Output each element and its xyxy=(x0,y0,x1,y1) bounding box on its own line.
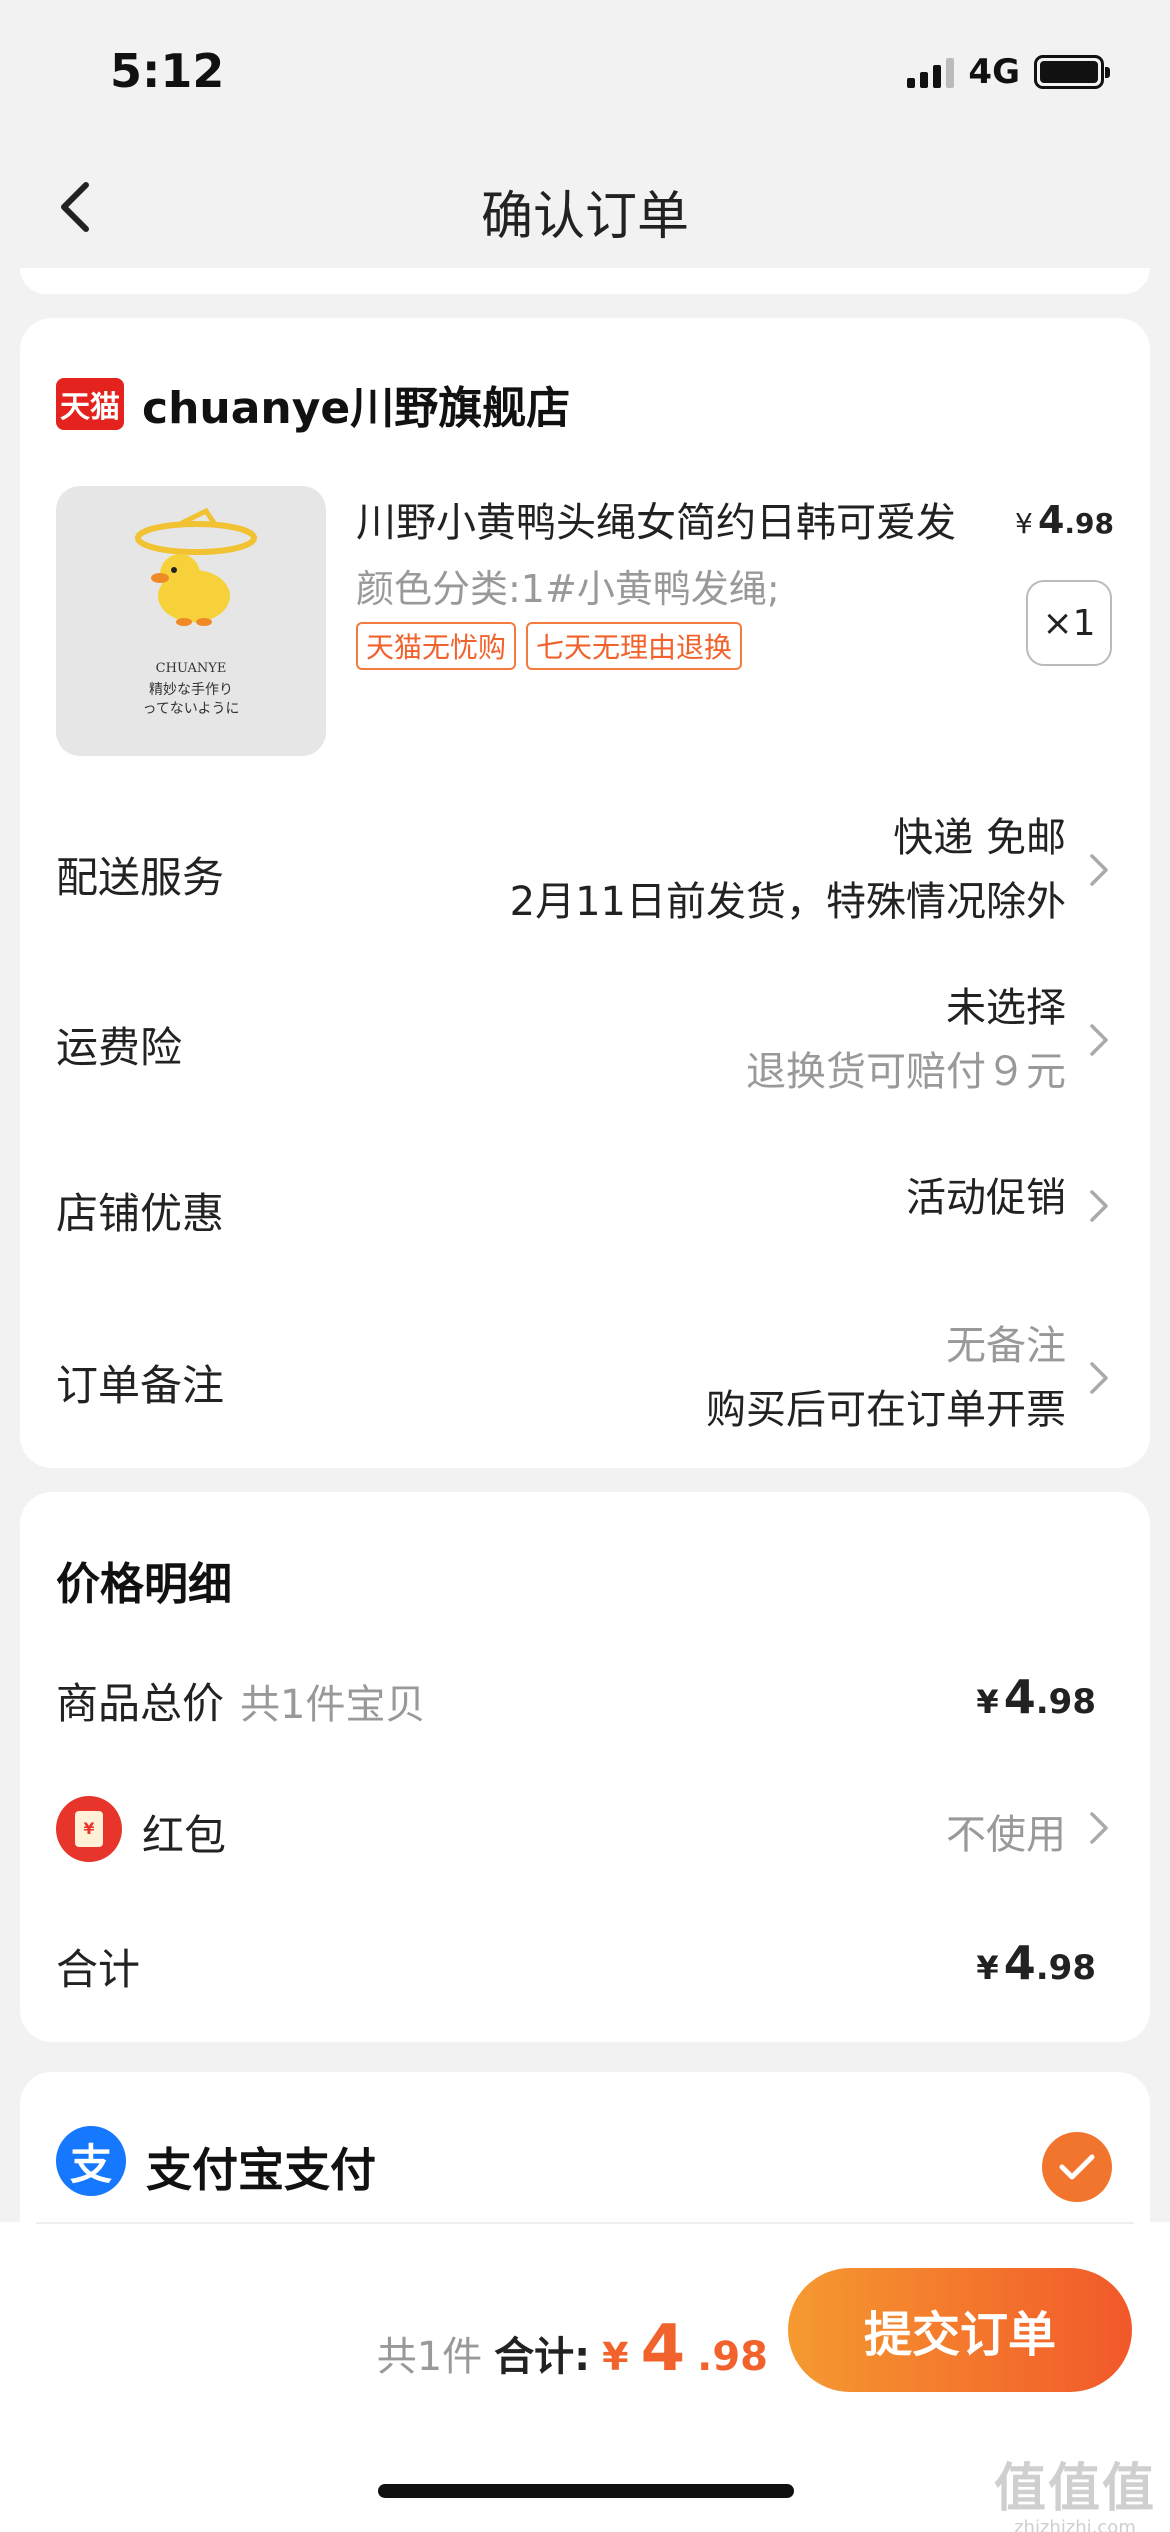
status-time: 5:12 xyxy=(110,44,225,98)
home-indicator[interactable] xyxy=(378,2484,794,2498)
alipay-icon: 支 xyxy=(56,2126,126,2196)
price-decimal: .98 xyxy=(1064,507,1114,540)
delivery-value: 快递 免邮 2月11日前发货，特殊情况除外 xyxy=(510,806,1066,934)
red-envelope-label: 红包 xyxy=(142,1811,227,1860)
store-discount-label: 店铺优惠 xyxy=(56,1189,225,1238)
page-title: 确认订单 xyxy=(480,187,689,247)
tag-seven-day-return: 七天无理由退换 xyxy=(526,622,743,670)
price-integer: 4 xyxy=(1003,1936,1036,1990)
price-integer: 4 xyxy=(1037,498,1065,542)
delivery-date: 2月11日前发货，特殊情况除外 xyxy=(509,879,1066,925)
price-integer: 4 xyxy=(640,2312,686,2386)
price-detail-title: 价格明细 xyxy=(56,1559,232,1610)
order-note-value: 无备注 购买后可在订单开票 xyxy=(706,1314,1066,1442)
price-integer: 4 xyxy=(1003,1670,1036,1724)
currency: ¥ xyxy=(602,2335,629,2379)
chevron-right-icon xyxy=(1090,1024,1108,1056)
shop-name: chuanye川野旗舰店 xyxy=(142,383,571,434)
currency: ¥ xyxy=(976,1949,999,1987)
goods-total-label: 商品总价 共1件宝贝 xyxy=(56,1670,425,1731)
product-image-caption: 精妙な手作り xyxy=(149,682,233,698)
shop-header[interactable]: 天猫 chuanye川野旗舰店 xyxy=(56,372,570,436)
red-envelope-row[interactable]: 不使用 xyxy=(814,1796,1114,1862)
shipping-insurance-value: 未选择 退换货可赔付９元 xyxy=(746,976,1066,1104)
chevron-right-icon xyxy=(1090,1190,1108,1222)
store-discount-row[interactable]: 店铺优惠 活动促销 xyxy=(56,1166,1114,1246)
nav-bar: 确认订单 xyxy=(0,150,1170,260)
delivery-row[interactable]: 配送服务 快递 免邮 2月11日前发货，特殊情况除外 xyxy=(56,814,1114,925)
address-card-edge xyxy=(20,268,1150,294)
product-image[interactable]: CHUANYE 精妙な手作り ってないように xyxy=(56,486,326,756)
status-bar: 5:12 4G xyxy=(0,0,1170,140)
product-title[interactable]: 川野小黄鸭头绳女简约日韩可爱发 xyxy=(356,490,996,548)
service-tags: 天猫无忧购 七天无理由退换 xyxy=(356,622,743,670)
product-price: ¥ 4.98 xyxy=(1015,498,1114,542)
insurance-status: 未选择 xyxy=(946,985,1066,1031)
shipping-insurance-label: 运费险 xyxy=(56,1023,183,1072)
price-decimal: .98 xyxy=(1035,1682,1096,1722)
store-discount-value: 活动促销 xyxy=(906,1175,1066,1221)
shipping-insurance-row[interactable]: 运费险 未选择 退换货可赔付９元 xyxy=(56,984,1114,1095)
currency: ¥ xyxy=(976,1683,999,1721)
payment-method-label: 支付宝支付 xyxy=(146,2143,376,2197)
red-envelope-yen: ¥ xyxy=(75,1811,103,1847)
watermark: 值值值 zhizhizhi.com xyxy=(994,2446,1156,2532)
total-label: 合计: xyxy=(494,2334,591,2380)
price-decimal: .98 xyxy=(697,2334,768,2380)
order-note-text: 无备注 xyxy=(946,1323,1066,1369)
goods-total-text: 商品总价 xyxy=(56,1679,225,1728)
status-indicators: 4G xyxy=(907,52,1110,92)
product-image-brand: CHUANYE xyxy=(155,661,227,676)
battery-icon xyxy=(1034,55,1110,89)
chevron-right-icon xyxy=(1090,1812,1108,1844)
total-label: 合计 xyxy=(56,1945,141,1994)
network-label: 4G xyxy=(968,52,1020,92)
delivery-method: 快递 免邮 xyxy=(893,815,1066,861)
order-note-row[interactable]: 订单备注 无备注 购买后可在订单开票 xyxy=(56,1322,1114,1433)
checkmark-icon xyxy=(1042,2132,1112,2202)
total-value: ¥ 4.98 xyxy=(976,1936,1096,1990)
red-envelope-value: 不使用 xyxy=(946,1812,1066,1858)
product-spec[interactable]: 颜色分类:1#小黄鸭发绳; xyxy=(356,558,780,613)
tmall-logo: 天猫 xyxy=(56,378,124,430)
submit-order-button[interactable]: 提交订单 xyxy=(788,2268,1132,2392)
item-count: 共1件 xyxy=(376,2334,483,2380)
product-image-caption: ってないように xyxy=(142,701,240,717)
duck-hair-tie-illustration xyxy=(135,507,257,626)
price-decimal: .98 xyxy=(1035,1948,1096,1988)
red-envelope-icon: ¥ xyxy=(56,1796,122,1862)
invoice-hint: 购买后可在订单开票 xyxy=(706,1387,1066,1433)
chevron-right-icon xyxy=(1090,1362,1108,1394)
signal-icon xyxy=(907,56,955,88)
watermark-logo: 值值值 xyxy=(993,2459,1156,2519)
chevron-right-icon xyxy=(1090,854,1108,886)
tag-tmall-worry-free: 天猫无忧购 xyxy=(356,622,517,670)
price-currency: ¥ xyxy=(1015,507,1033,540)
insurance-desc: 退换货可赔付９元 xyxy=(746,1049,1066,1095)
goods-total-value: ¥ 4.98 xyxy=(976,1670,1096,1724)
watermark-url: zhizhizhi.com xyxy=(1014,2517,1136,2532)
divider xyxy=(36,2222,1134,2224)
price-detail-card: 价格明细 商品总价 共1件宝贝 ¥ 4.98 ¥ 红包 不使用 合计 ¥ 4.98 xyxy=(20,1492,1150,2042)
goods-count: 共1件宝贝 xyxy=(240,1682,426,1728)
order-summary: 共1件 合计: ¥4.98 xyxy=(377,2312,768,2386)
order-note-label: 订单备注 xyxy=(56,1361,225,1410)
delivery-label: 配送服务 xyxy=(56,853,225,902)
quantity-stepper[interactable]: ×1 xyxy=(1026,580,1112,666)
shop-card: 天猫 chuanye川野旗舰店 CHUANYE 精妙な手作り ってないように 川… xyxy=(20,318,1150,1468)
